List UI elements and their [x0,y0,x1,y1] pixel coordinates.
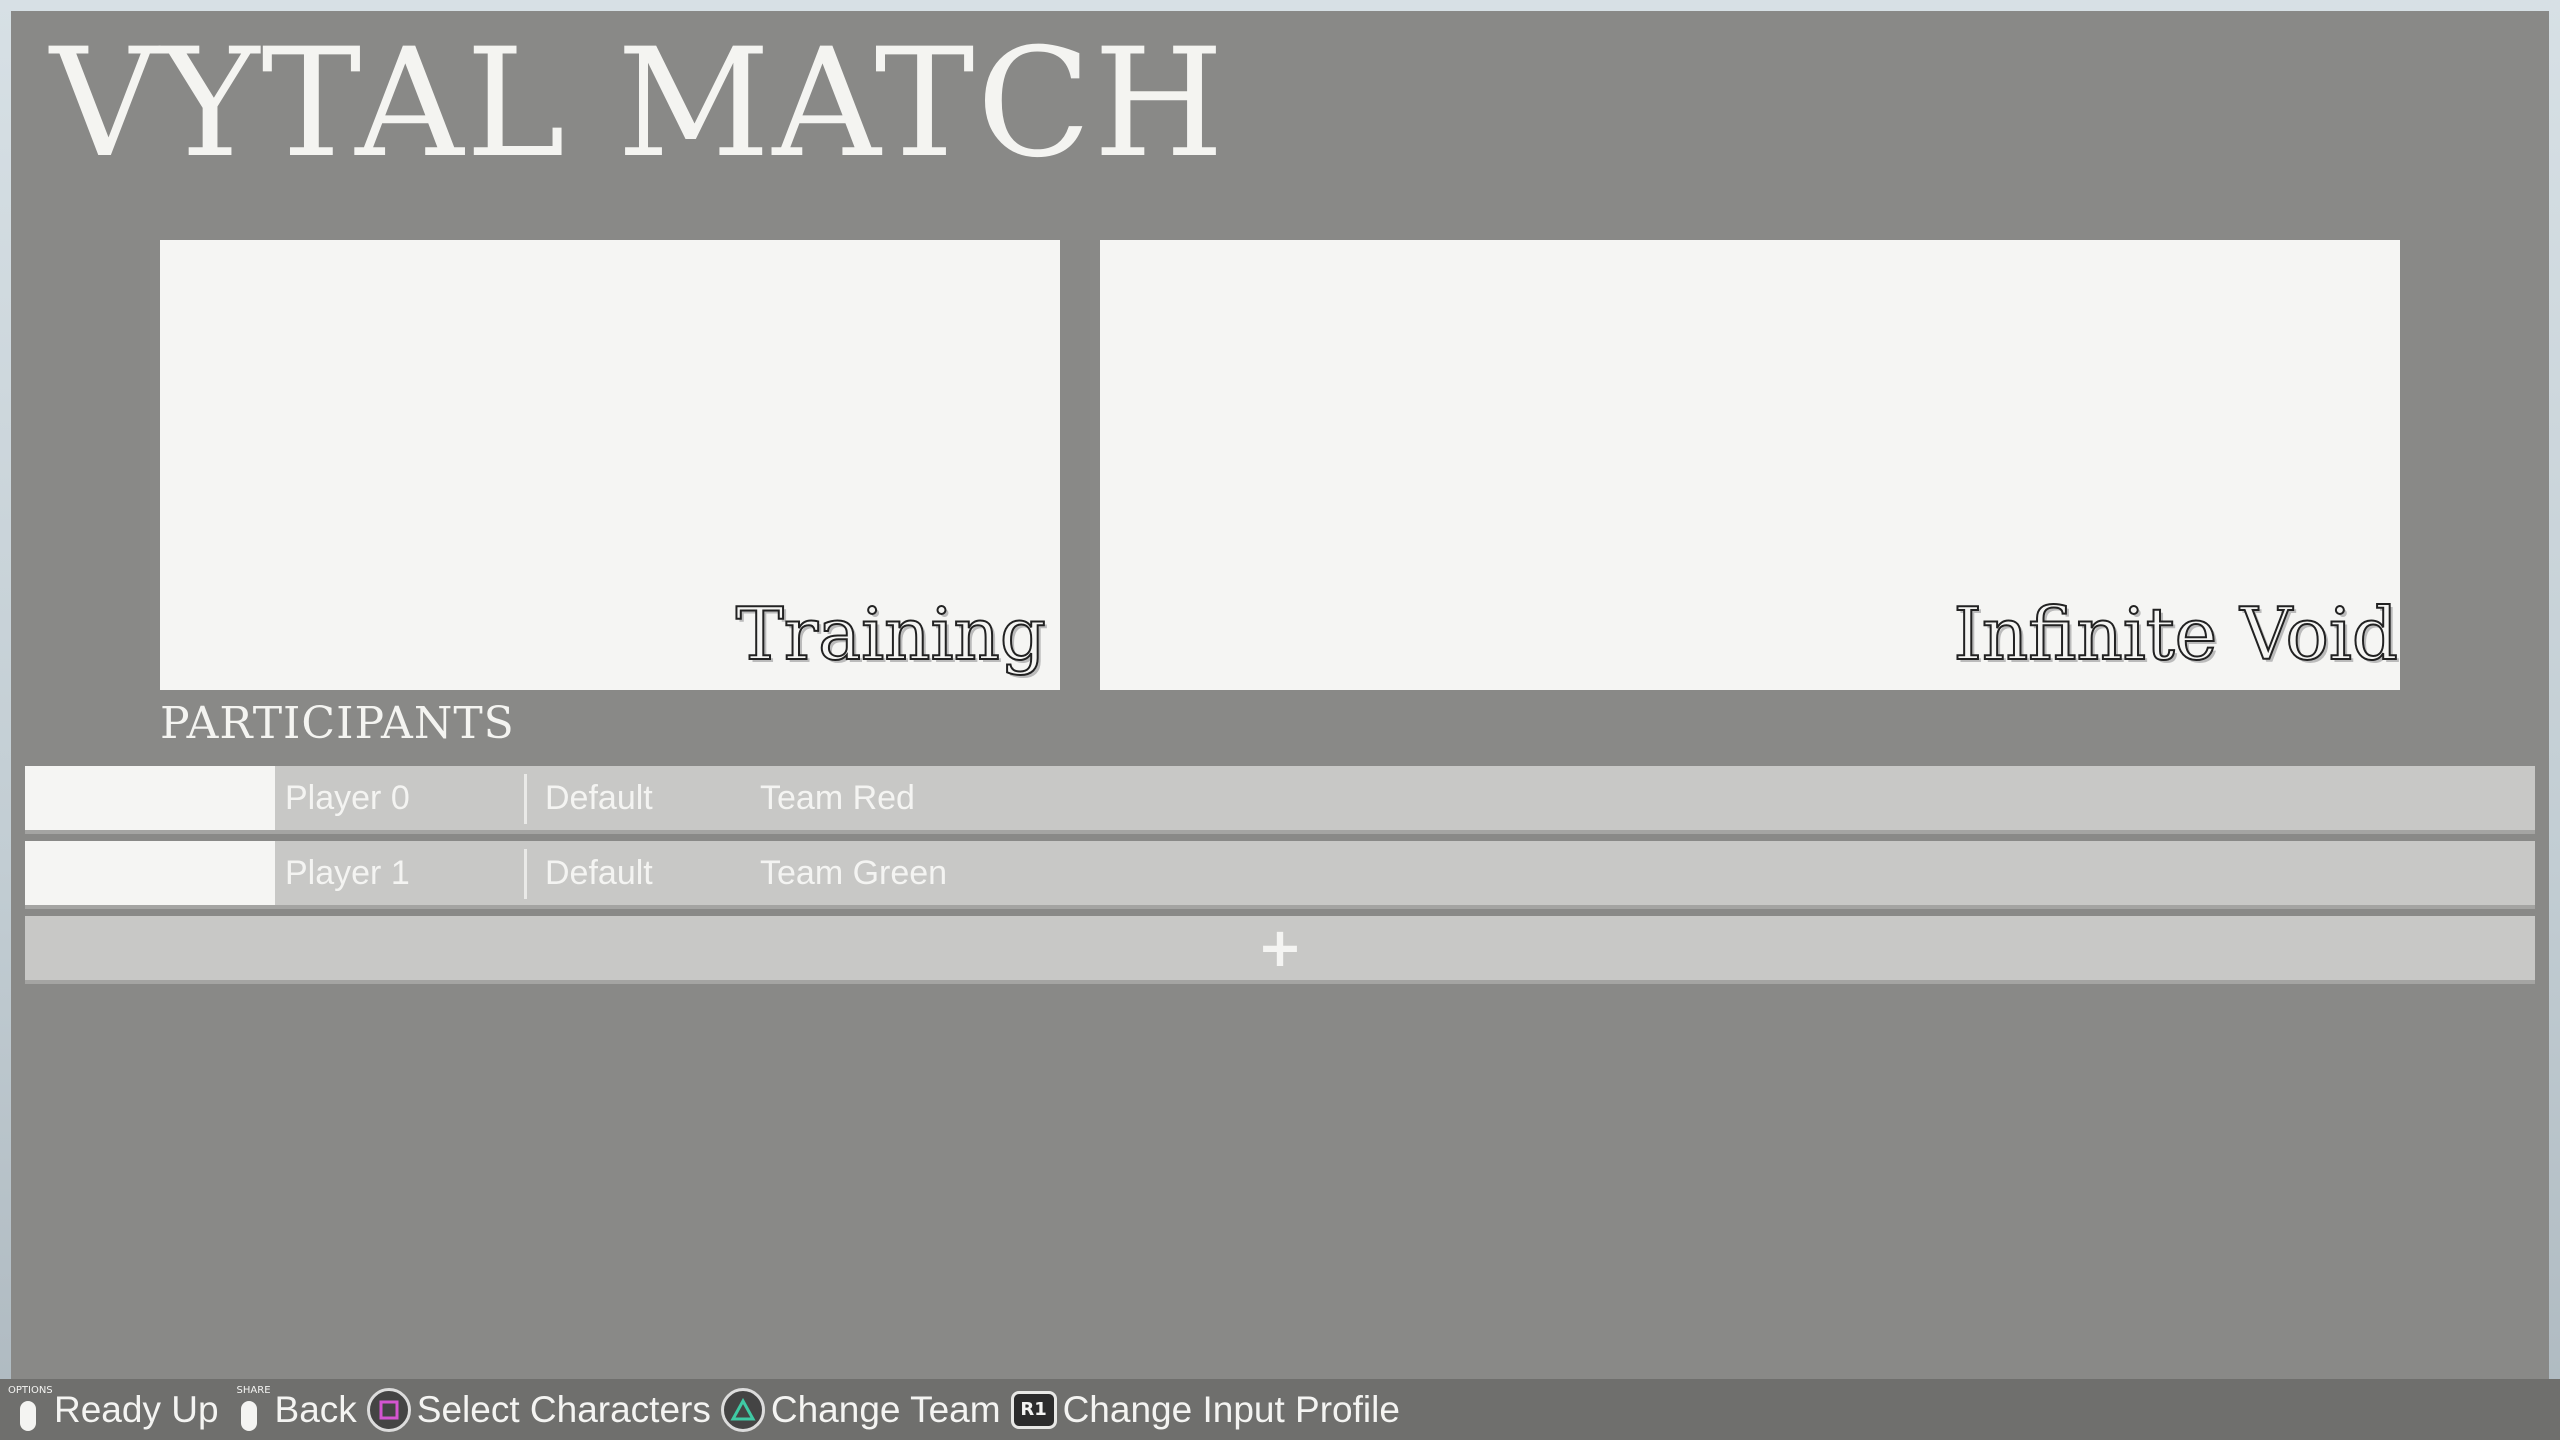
page-title: VYTAL MATCH [50,17,1227,191]
square-button-icon [366,1387,411,1432]
player-name: Player 0 [285,779,410,817]
hint-label: Ready Up [54,1388,219,1430]
divider [524,774,527,824]
input-profile[interactable]: Default [545,766,653,830]
participant-row[interactable]: Player 1 Default Team Green [25,841,2535,909]
options-button-icon: OPTIONS [8,1385,53,1435]
stage-selector-card[interactable]: Infinite Void [1100,240,2400,690]
participants-heading: PARTICIPANTS [160,698,515,749]
input-profile[interactable]: Default [545,841,653,905]
character-portrait-slot[interactable] [25,841,275,905]
mode-label: Training [735,591,1047,677]
hint-ready-up[interactable]: OPTIONS Ready Up [8,1385,219,1435]
character-portrait-slot[interactable] [25,766,275,830]
player-name: Player 1 [285,854,410,892]
share-caption: SHARE [236,1384,271,1396]
hint-back[interactable]: SHARE Back [229,1385,357,1435]
team-selector[interactable]: Team Red [760,766,915,830]
options-caption: OPTIONS [8,1384,53,1396]
divider [524,849,527,899]
add-participant-button[interactable]: + [25,916,2535,984]
hint-change-input-profile[interactable]: R1 Change Input Profile [1010,1388,1400,1431]
participant-row[interactable]: Player 0 Default Team Red [25,766,2535,834]
triangle-button-icon [720,1387,765,1432]
stage-label: Infinite Void [1952,591,2399,677]
mode-selector-card[interactable]: Training [160,240,1060,690]
hint-label: Select Characters [416,1388,711,1430]
hint-label: Change Input Profile [1062,1388,1400,1430]
plus-icon: + [1257,916,1303,979]
r1-button-icon: R1 [1010,1390,1057,1429]
main-panel [11,11,2549,1379]
hint-label: Back [274,1388,357,1430]
control-hint-bar: OPTIONS Ready Up SHARE Back Select Chara… [0,1379,2560,1440]
hint-select-characters[interactable]: Select Characters [366,1387,711,1432]
share-button-icon: SHARE [229,1384,271,1435]
team-selector[interactable]: Team Green [760,841,947,905]
hint-label: Change Team [770,1388,1001,1430]
hint-change-team[interactable]: Change Team [720,1387,1001,1432]
